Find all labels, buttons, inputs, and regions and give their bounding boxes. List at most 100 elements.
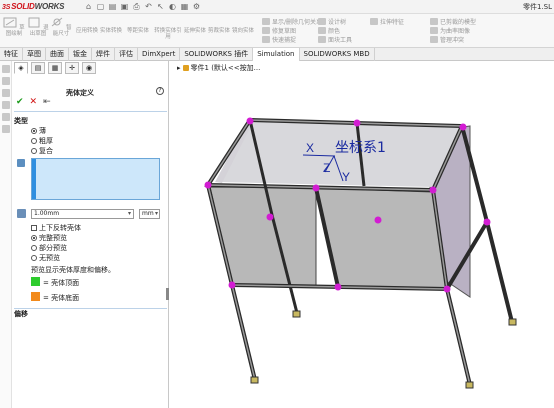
rebuild-icon[interactable]: ◐ [168,2,177,11]
strip-dimxpert-icon[interactable] [2,101,10,109]
tab-sheet-metal[interactable]: 钣金 [69,48,92,61]
display-tab-icon[interactable]: ◉ [82,62,96,74]
cmd-small-10[interactable]: 管理冲突 [430,35,464,44]
new-icon[interactable]: ▢ [96,2,105,11]
logo-solid: SOLID [11,2,35,11]
cmd-small-3[interactable]: 快速捕捉 [262,35,296,44]
radio-composite[interactable]: 复合 [31,146,53,156]
save-icon[interactable]: ▣ [120,2,129,11]
feature-tree-tab-icon[interactable]: ◈ [14,62,28,74]
command-manager: 草图绘制 退出草图 智能尺寸 应用转换 实体转换 等距实体 转换实体引用 延伸实… [0,14,554,48]
radio-thin-dot [31,128,37,134]
snap-icon [262,36,270,43]
point-5[interactable] [312,184,320,192]
point-2[interactable] [353,119,361,127]
point-4[interactable] [204,181,212,189]
thickness-input[interactable]: 1.00mm [31,209,134,219]
radio-none-dot [31,255,37,261]
section-offset-header[interactable]: 偏移 [14,309,28,319]
cmd-small-4[interactable]: 设计树 [318,17,346,26]
tab-dimxpert[interactable]: DimXpert [138,48,181,61]
open-icon[interactable]: ▤ [108,2,117,11]
file-props-icon[interactable]: ▦ [180,2,189,11]
cmd-small-8[interactable]: 已剪裁的模型 [430,17,476,26]
point-6[interactable] [429,186,437,194]
radio-no-preview[interactable]: 无预览 [31,253,60,263]
help-icon[interactable]: ? [156,87,164,95]
radio-composite-dot [31,148,37,154]
cmd-group-7[interactable]: 镜向实体 [232,28,254,34]
strip-config-icon[interactable] [2,89,10,97]
tab-sketch[interactable]: 草图 [23,48,46,61]
strip-feature-icon[interactable] [2,65,10,73]
point-7[interactable] [266,213,274,221]
cmd-small-9[interactable]: 为曲率图像 [430,26,470,35]
radio-full-preview[interactable]: 完整预览 [31,233,67,243]
dimension-icon [52,17,63,27]
dimxpert-tab-icon[interactable]: ✛ [65,62,79,74]
sketch-button[interactable]: 草图绘制 [2,16,26,37]
tab-simulation[interactable]: Simulation [253,48,300,61]
radio-full-dot [31,235,37,241]
section-type-header[interactable]: 类型 [14,116,28,126]
pin-button[interactable]: ⇤ [43,98,51,107]
point-9[interactable] [483,218,491,226]
tab-evaluate[interactable]: 评估 [115,48,138,61]
cancel-button[interactable]: ✕ [30,98,38,107]
smart-dimension-button[interactable]: 智能尺寸 [50,16,72,37]
point-11[interactable] [334,283,342,291]
strip-display-icon[interactable] [2,113,10,121]
point-8[interactable] [374,216,382,224]
options-icon[interactable]: ⚙ [192,2,201,11]
radio-thick[interactable]: 粗厚 [31,136,53,146]
tab-weldments[interactable]: 焊件 [92,48,115,61]
tab-addins[interactable]: SOLIDWORKS 插件 [180,48,254,61]
checkbox-box [31,225,37,231]
select-icon[interactable]: ↖ [156,2,165,11]
divider [14,111,167,112]
cmd-small-6[interactable]: 面块工具 [318,35,352,44]
home-icon[interactable]: ⌂ [84,2,93,11]
cmd-small-5[interactable]: 颜色 [318,26,340,35]
color-icon [318,27,326,34]
logo-ds-mark: 3S [2,4,11,11]
graphics-viewport[interactable]: ▸ 零件1 (默认<<按加... X Y Z 坐标系1 [169,61,554,408]
property-tab-icon[interactable]: ▤ [31,62,45,74]
point-3[interactable] [459,123,467,131]
solidworks-logo[interactable]: 3SSOLIDWORKS [2,2,64,11]
face-selection-box[interactable] [31,158,160,200]
tab-mbd[interactable]: SOLIDWORKS MBD [300,48,375,61]
cmd-group-3[interactable]: 等距实体 [124,28,152,34]
point-12[interactable] [443,285,451,293]
foot-2 [465,381,474,389]
strip-sim-icon[interactable] [2,125,10,133]
tab-surfaces[interactable]: 曲面 [46,48,69,61]
point-1[interactable] [246,117,254,125]
extrude-icon [370,18,378,25]
unit-select[interactable]: mm [139,209,160,219]
cmd-small-7[interactable]: 拉伸特征 [370,17,404,26]
cmd-group-2[interactable]: 实体转换 [100,28,122,34]
point-10[interactable] [228,281,236,289]
radio-thin[interactable]: 薄 [31,126,46,136]
exit-sketch-button[interactable]: 退出草图 [27,16,49,37]
radio-partial-preview[interactable]: 部分预览 [31,243,67,253]
tab-features[interactable]: 特征 [0,48,23,61]
cmd-group-6[interactable]: 剪裁实体 [208,28,230,34]
strip-property-icon[interactable] [2,77,10,85]
coordinate-label: 坐标系1 [335,140,386,156]
ok-button[interactable]: ✔ [16,98,24,107]
curvature-icon [430,27,438,34]
cmd-small-1[interactable]: 显示/删除几何关系 [262,17,322,26]
config-tab-icon[interactable]: ▦ [48,62,62,74]
model-scene[interactable]: X Y Z 坐标系1 [169,61,554,408]
undo-icon[interactable]: ↶ [144,2,153,11]
exit-sketch-icon [28,17,40,28]
panel-tabs: ◈ ▤ ▦ ✛ ◉ [14,62,96,74]
cmd-small-2[interactable]: 修复草图 [262,26,296,35]
cmd-group-1[interactable]: 应用转换 [76,28,98,34]
print-icon[interactable]: ⎙ [132,2,141,11]
cmd-group-5[interactable]: 延伸实体 [184,28,206,34]
cmd-group-4[interactable]: 转换实体引用 [154,28,182,40]
flip-checkbox[interactable]: 上下反转壳体 [31,223,81,233]
